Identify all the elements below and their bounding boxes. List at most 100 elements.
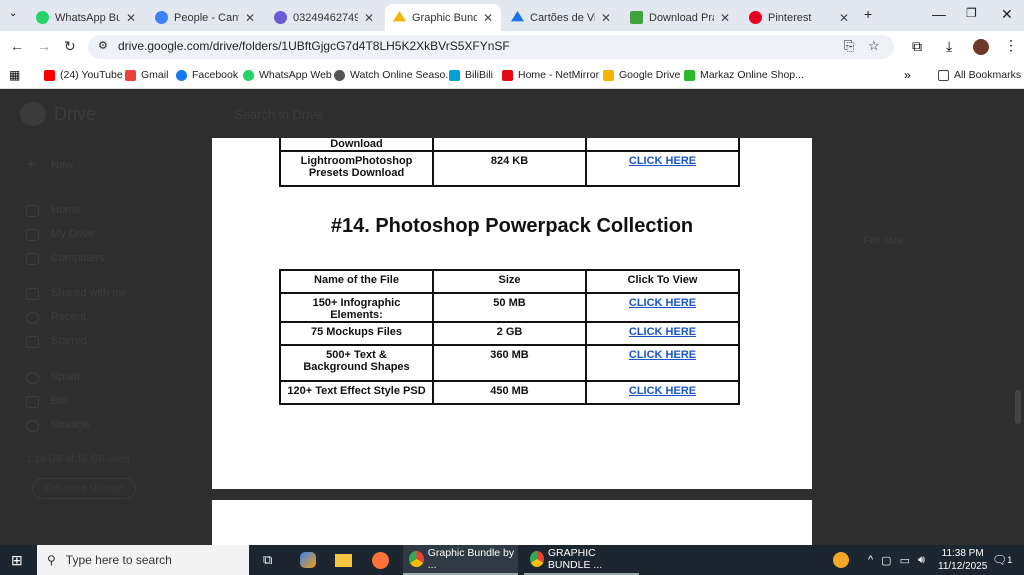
click-here-link[interactable]: CLICK HERE <box>629 349 696 361</box>
close-icon[interactable]: ✕ <box>839 11 849 25</box>
storage-used: 1.18 GB of 15 GB used <box>26 454 130 465</box>
new-tab-button[interactable]: + <box>864 6 872 22</box>
bookmark-youtube[interactable]: (24) YouTube <box>44 69 123 81</box>
sidebar-item-starred[interactable]: Starred <box>51 335 87 347</box>
tab-pinterest[interactable]: Pinterest ✕ <box>741 4 857 31</box>
system-tray[interactable]: ^ ▢ ▭ 🔊︎ <box>868 545 925 575</box>
document-next-page <box>212 500 812 545</box>
network-icon[interactable]: ▭ <box>900 554 910 567</box>
tab-whatsapp[interactable]: WhatsApp Busin ✕ <box>28 4 144 31</box>
minimize-button[interactable]: — <box>932 6 946 22</box>
task-view-icon[interactable]: ⧉ <box>263 545 272 575</box>
sidebar-item-recent[interactable]: Recent <box>51 311 86 323</box>
close-icon[interactable]: ✕ <box>720 11 730 25</box>
close-icon[interactable]: ✕ <box>601 11 611 25</box>
px-icon <box>630 11 643 24</box>
tab-search-icon[interactable]: ⌄ <box>9 8 17 19</box>
pinterest-icon <box>749 11 762 24</box>
sidebar-item-home[interactable]: Home <box>51 204 80 216</box>
meet-icon[interactable]: ▢ <box>881 554 891 567</box>
tab-canva[interactable]: People - Canva ✕ <box>147 4 263 31</box>
close-icon[interactable]: ✕ <box>245 11 255 25</box>
previous-table: Download LightroomPhotoshop Presets Down… <box>279 138 740 187</box>
click-here-link[interactable]: CLICK HERE <box>629 385 696 397</box>
sidebar-item-my-drive[interactable]: My Drive <box>51 228 94 240</box>
cloud-icon <box>26 420 39 432</box>
tab-title: Graphic Bundle <box>412 11 477 24</box>
tab-download[interactable]: Download Praye ✕ <box>622 4 738 31</box>
cell-name: 75 Mockups Files <box>279 321 434 346</box>
site-info-icon[interactable]: ⚙ <box>98 39 108 52</box>
tab-title: Pinterest <box>768 11 812 24</box>
taskbar: ⊞ ⚲ Type here to search ⧉ Graphic Bundle … <box>0 545 1024 575</box>
taskbar-chrome-1[interactable]: Graphic Bundle by ... <box>403 545 518 575</box>
reload-icon[interactable]: ↻ <box>64 38 76 55</box>
taskbar-search[interactable]: ⚲ Type here to search <box>37 545 249 575</box>
copilot-icon[interactable] <box>300 545 316 575</box>
file-size-header[interactable]: File size <box>863 235 903 247</box>
bookmark-markaz[interactable]: Markaz Online Shop... <box>684 69 804 81</box>
tab-graphic-bundle[interactable]: Graphic Bundle ✕ <box>385 4 501 31</box>
url-input[interactable]: ⚙ drive.google.com/drive/folders/1UBftGj… <box>88 35 894 59</box>
weather-icon[interactable] <box>833 545 849 575</box>
bookmark-label: Gmail <box>141 69 169 81</box>
my-drive-icon <box>26 229 39 241</box>
bookmark-whatsapp[interactable]: WhatsApp Web <box>243 69 332 81</box>
drive-icon <box>511 11 524 22</box>
shared-icon <box>26 288 39 300</box>
close-window-button[interactable]: ✕ <box>1001 6 1013 23</box>
bin-icon <box>26 396 39 408</box>
tab-cartoes[interactable]: Cartões de Visit ✕ <box>503 4 619 31</box>
firefox-icon[interactable] <box>372 545 389 575</box>
cell-name: Download <box>279 138 434 152</box>
bookmark-google-drive[interactable]: Google Drive <box>603 69 680 81</box>
search-placeholder: Type here to search <box>65 553 172 567</box>
bookmark-watch-online[interactable]: Watch Online Seaso... <box>334 69 454 81</box>
windows-start-icon[interactable]: ⊞ <box>11 545 23 575</box>
sidebar-item-storage[interactable]: Storage <box>51 419 90 431</box>
notifications-icon[interactable]: 🗨︎ 1 <box>992 545 1012 575</box>
bookmark-label: All Bookmarks <box>954 69 1022 81</box>
bookmark-netmirror[interactable]: Home - NetMirror <box>502 69 599 81</box>
bookmark-star-icon[interactable]: ☆ <box>868 38 880 54</box>
sidebar-item-bin[interactable]: Bin <box>51 395 67 407</box>
bookmark-bilibili[interactable]: BiliBili <box>449 69 493 81</box>
close-icon[interactable]: ✕ <box>483 11 493 25</box>
forward-icon[interactable]: → <box>37 38 51 54</box>
sidebar-item-computers[interactable]: Computers <box>51 252 105 264</box>
scrollbar[interactable] <box>1015 390 1021 424</box>
drive-icon <box>603 69 614 81</box>
plus-icon: + <box>26 156 36 173</box>
facebook-icon <box>176 69 187 81</box>
click-here-link[interactable]: CLICK HERE <box>629 155 696 167</box>
sidebar-item-spam[interactable]: Spam <box>51 371 80 383</box>
new-button[interactable]: New <box>51 159 73 171</box>
apps-icon[interactable]: ▦ <box>9 68 20 82</box>
get-storage-button[interactable]: Get more storage <box>32 478 136 499</box>
back-icon[interactable]: ← <box>10 38 24 54</box>
download-icon[interactable]: ⤓ <box>946 38 952 55</box>
sidebar-item-shared[interactable]: Shared with me <box>51 287 127 299</box>
taskbar-chrome-2[interactable]: GRAPHIC BUNDLE ... <box>524 545 639 575</box>
more-bookmarks-icon[interactable]: » <box>904 68 911 82</box>
tab-contact[interactable]: 03249462749 - ✕ <box>266 4 382 31</box>
bookmark-facebook[interactable]: Facebook <box>176 69 238 81</box>
close-icon[interactable]: ✕ <box>364 11 374 25</box>
star-icon <box>26 336 39 348</box>
file-explorer-icon[interactable] <box>335 545 352 575</box>
avatar[interactable] <box>973 39 989 55</box>
click-here-link[interactable]: CLICK HERE <box>629 297 696 309</box>
menu-icon[interactable]: ⋮ <box>1004 37 1018 54</box>
close-icon[interactable]: ✕ <box>126 11 136 25</box>
bookmark-label: Watch Online Seaso... <box>350 69 455 81</box>
chevron-up-icon[interactable]: ^ <box>868 554 873 566</box>
bookmark-gmail[interactable]: Gmail <box>125 69 168 81</box>
restore-button[interactable]: ❐ <box>966 6 977 20</box>
extensions-icon[interactable]: ⧉ <box>912 38 922 55</box>
install-app-icon[interactable]: ⎘ <box>844 38 854 54</box>
clock[interactable]: 11:38 PM 11/12/2025 <box>938 545 987 575</box>
search-input[interactable]: Search in Drive <box>234 107 323 122</box>
all-bookmarks[interactable]: All Bookmarks <box>938 69 1021 81</box>
click-here-link[interactable]: CLICK HERE <box>629 326 696 338</box>
volume-icon[interactable]: 🔊︎ <box>918 554 925 567</box>
